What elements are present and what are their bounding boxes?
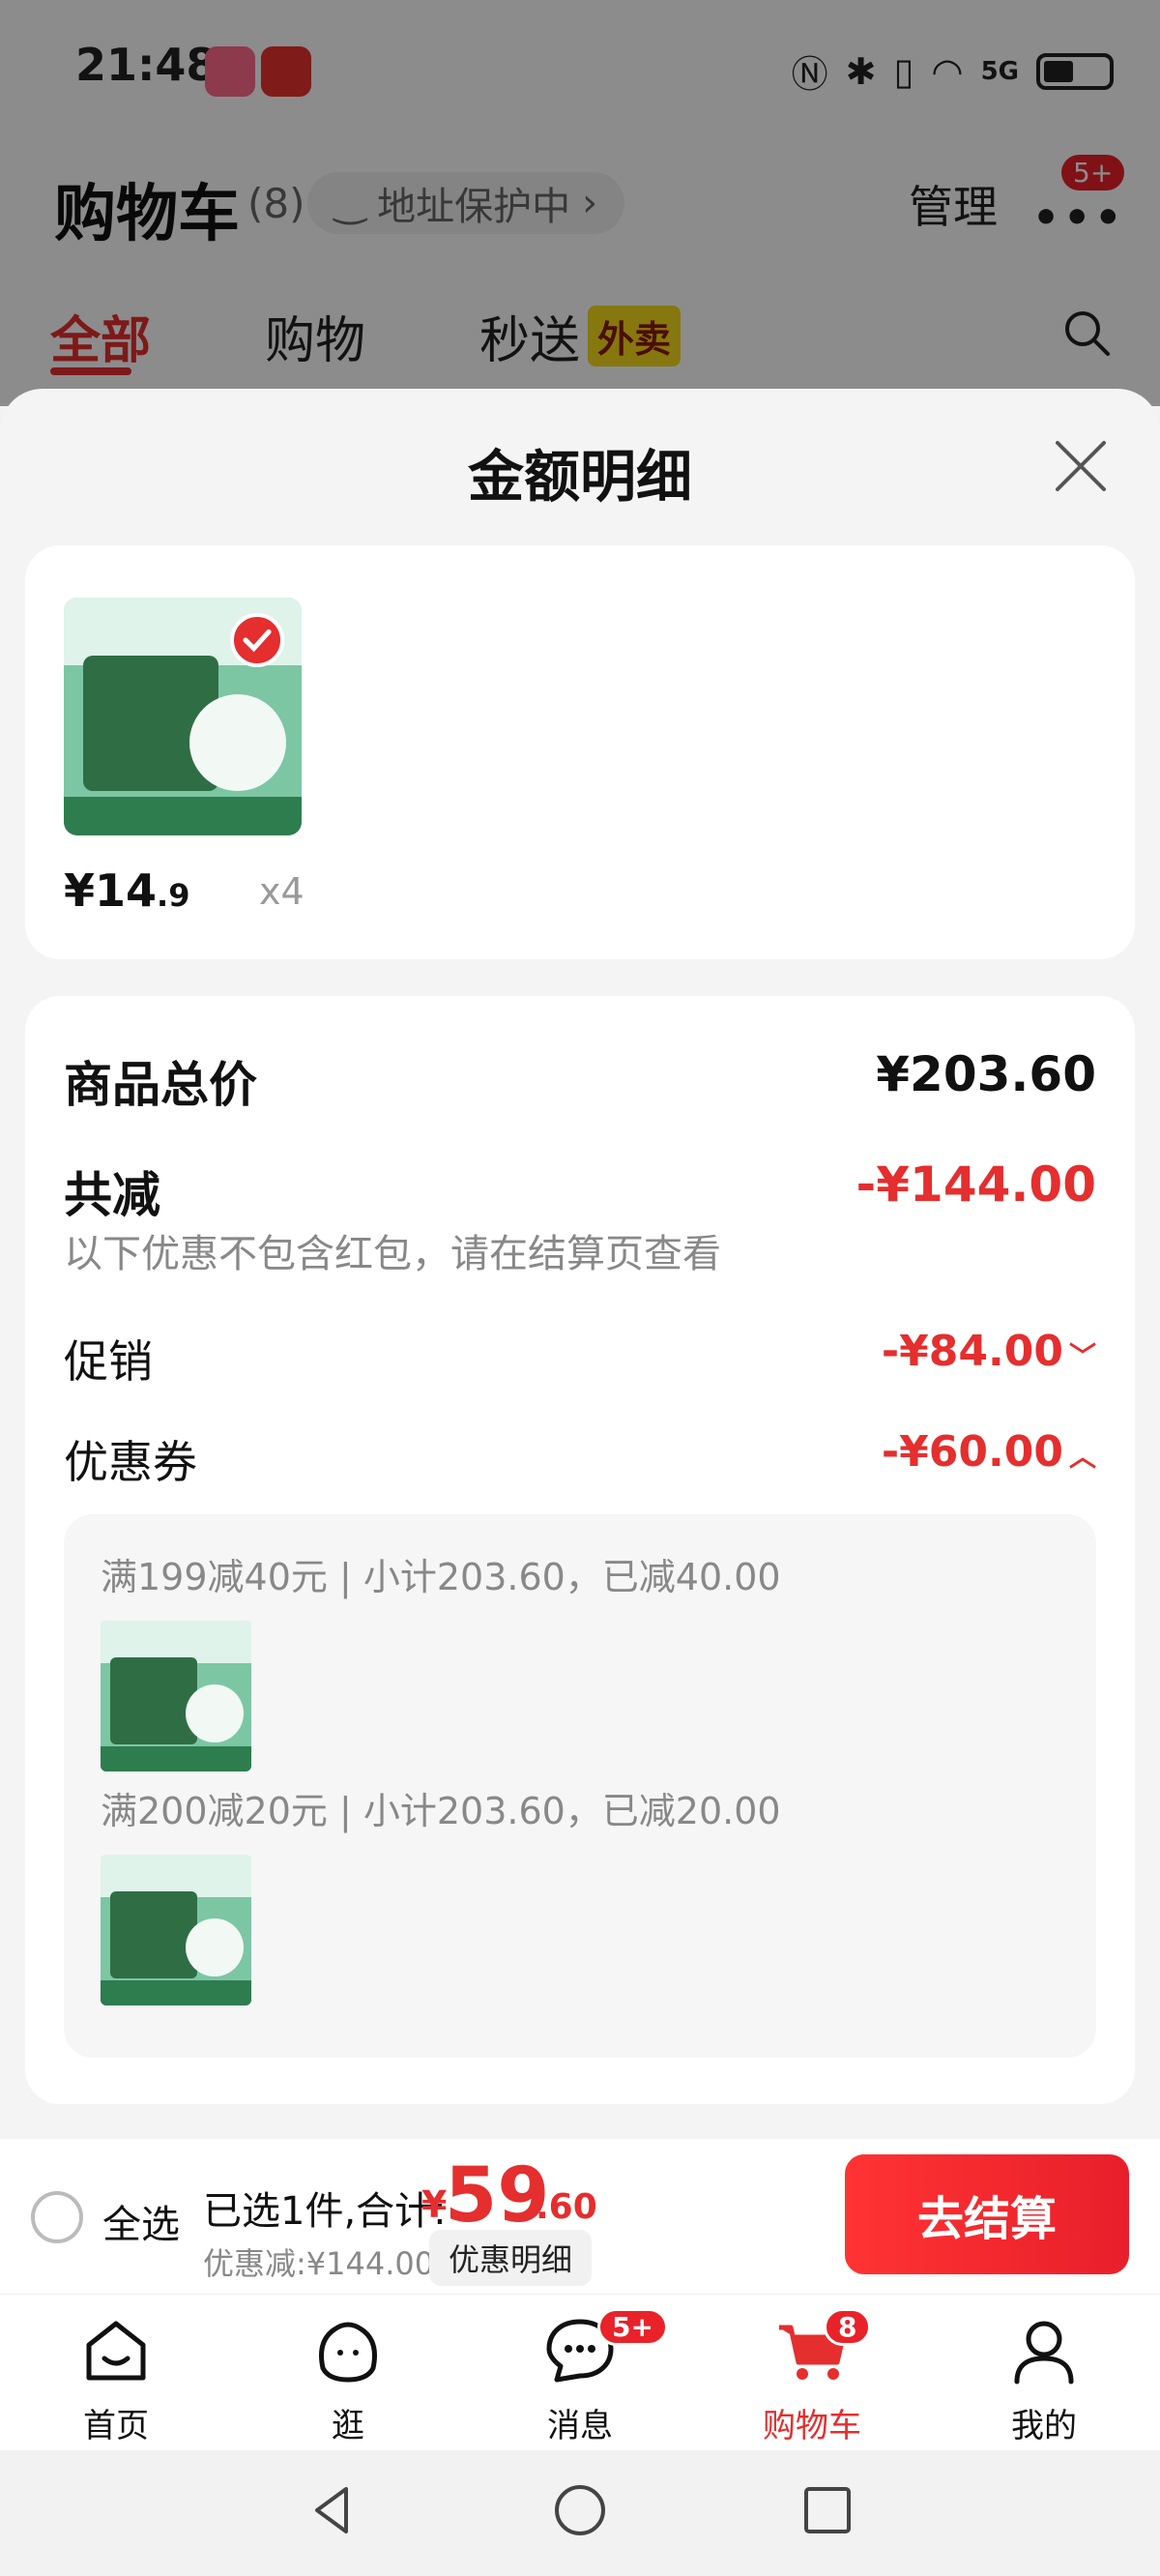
unit-price: ¥14.9 <box>64 864 189 917</box>
bottom-tab-bar: 首页 逛 5+ 消息 8 购物车 我的 <box>0 2294 1160 2450</box>
unit-price-decimal: .9 <box>157 877 190 914</box>
checkout-bar: 全选 已选1件,合计: ¥ 59 .60 优惠减:¥144.00 优惠明细 去结… <box>0 2139 1160 2294</box>
coupon-detail-box: 满199减40元 | 小计203.60，已减40.00 满200减20元 | 小… <box>64 1514 1096 2058</box>
tab-home[interactable]: 首页 <box>29 2312 203 2446</box>
coupon-row[interactable]: 优惠券 -¥60.00 ︿ <box>64 1427 1096 1491</box>
close-icon[interactable] <box>1054 439 1108 493</box>
home-icon <box>86 2321 146 2381</box>
cart-badge: 8 <box>824 2308 872 2346</box>
amount-detail-sheet: 金额明细 ¥14.9 x4 商品总价 ¥203.60 共减 -¥144.00 以… <box>0 389 1160 2139</box>
discount-summary: 优惠减:¥144.00 <box>203 2245 435 2282</box>
coupon-item-2-product-image <box>101 1855 251 2005</box>
unit-price-integer: ¥14 <box>64 864 158 917</box>
promo-label: 促销 <box>64 1335 153 1388</box>
reduce-note: 以下优惠不包含红包，请在结算页查看 <box>64 1232 721 1276</box>
total-reduce-row: 共减 -¥144.00 <box>64 1156 1096 1226</box>
tab-messages-label: 消息 <box>547 2407 613 2445</box>
selected-check-icon <box>230 613 284 667</box>
tab-cart-label: 购物车 <box>763 2407 861 2445</box>
tab-profile[interactable]: 我的 <box>957 2312 1131 2446</box>
promo-value: -¥84.00 ﹀ <box>882 1327 1096 1376</box>
total-reduce-label: 共减 <box>64 1167 160 1223</box>
system-navigation-bar <box>0 2450 1160 2576</box>
total-price-label: 商品总价 <box>64 1057 257 1113</box>
reduce-note-row: 以下优惠不包含红包，请在结算页查看 <box>64 1222 1096 1278</box>
total-currency: ¥ <box>421 2183 448 2226</box>
coupon-item-1-text: 满199减40元 | 小计203.60，已减40.00 <box>101 1556 781 1598</box>
back-icon[interactable] <box>304 2481 362 2539</box>
discount-detail-button[interactable]: 优惠明细 <box>429 2230 593 2286</box>
selected-summary: 已选1件,合计: <box>203 2189 447 2234</box>
coupon-item-2-text: 满200减20元 | 小计203.60，已减20.00 <box>101 1790 781 1832</box>
coupon-value: -¥60.00 ︿ <box>882 1427 1096 1477</box>
product-quantity: x4 <box>259 870 304 913</box>
price-summary-card: 商品总价 ¥203.60 共减 -¥144.00 以下优惠不包含红包，请在结算页… <box>25 996 1135 2104</box>
promo-row[interactable]: 促销 -¥84.00 ﹀ <box>64 1327 1096 1390</box>
select-all-checkbox[interactable] <box>31 2191 83 2243</box>
total-price-row: 商品总价 ¥203.60 <box>64 1046 1096 1116</box>
tab-profile-label: 我的 <box>1011 2407 1077 2445</box>
tab-home-label: 首页 <box>83 2407 149 2445</box>
total-reduce-value: -¥144.00 <box>856 1156 1097 1213</box>
chevron-down-icon: ﹀ <box>1068 1340 1096 1372</box>
total-amount-decimal: .60 <box>536 2187 597 2227</box>
coupon-label: 优惠券 <box>64 1436 197 1488</box>
total-price-value: ¥203.60 <box>876 1046 1096 1102</box>
sheet-title: 金额明细 <box>467 444 692 510</box>
select-all-label[interactable]: 全选 <box>102 2193 180 2249</box>
tab-messages[interactable]: 5+ 消息 <box>493 2308 668 2446</box>
checkout-button[interactable]: 去结算 <box>845 2154 1129 2274</box>
home-button-icon[interactable] <box>551 2481 609 2539</box>
profile-icon <box>1014 2321 1074 2385</box>
explore-icon <box>319 2322 377 2383</box>
tab-explore[interactable]: 逛 <box>261 2312 435 2446</box>
modal-overlay[interactable] <box>0 0 1160 406</box>
recents-icon[interactable] <box>798 2481 856 2539</box>
coupon-item-1-product-image <box>101 1621 251 1771</box>
coupon-amount: -¥60.00 <box>881 1427 1063 1477</box>
product-card: ¥14.9 x4 <box>25 545 1135 959</box>
total-amount-integer: 59 <box>445 2152 550 2239</box>
messages-badge: 5+ <box>597 2308 668 2346</box>
tab-explore-label: 逛 <box>332 2407 364 2445</box>
tab-cart[interactable]: 8 购物车 <box>725 2308 899 2446</box>
promo-amount: -¥84.00 <box>881 1327 1063 1376</box>
chevron-up-icon: ︿ <box>1068 1441 1096 1473</box>
